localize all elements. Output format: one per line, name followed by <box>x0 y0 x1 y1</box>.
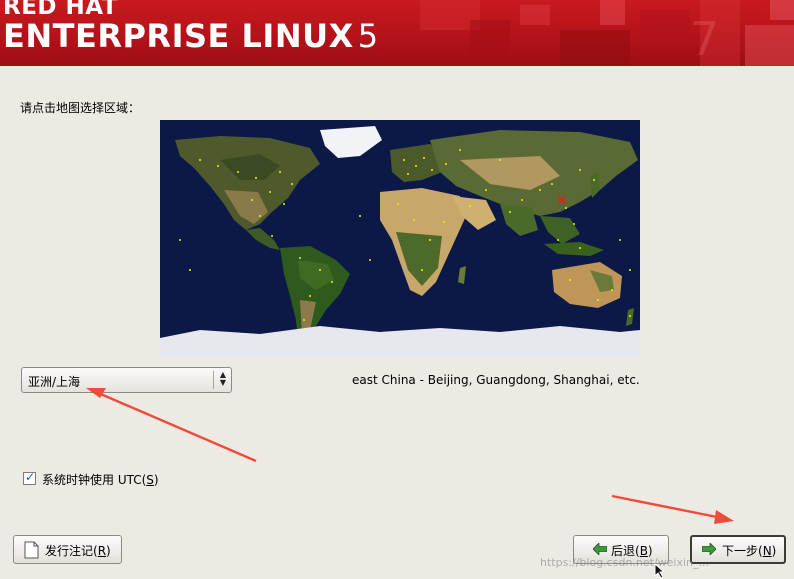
region-prompt: 请点击地图选择区域： <box>20 101 141 115</box>
release-notes-suffix: ) <box>106 544 111 558</box>
annotation-arrow-next <box>611 494 734 524</box>
brand-product-name: ENTERPRISE LINUX <box>3 17 354 55</box>
watermark: https://blog.csdn.net/weixin_... <box>540 556 710 569</box>
utc-label-suffix: ) <box>153 473 159 487</box>
utc-label-mnemonic: S <box>146 473 154 487</box>
brand-version: 5 <box>357 17 379 55</box>
next-prefix: 下一步( <box>722 544 763 558</box>
header-banner: 7 RED HAT ENTERPRISE LINUX 5 <box>0 0 794 66</box>
installer-window: 7 RED HAT ENTERPRISE LINUX5 请点击地图选择区域： <box>0 0 794 579</box>
release-notes-label: 发行注记(R) <box>45 542 111 559</box>
next-mnemonic: N <box>762 544 772 558</box>
arrow-left-icon <box>593 543 607 555</box>
up-down-arrows-icon: ▲ ▼ <box>219 370 227 387</box>
utc-checkbox-label[interactable]: 系统时钟使用 UTC(S) <box>42 471 159 488</box>
release-notes-prefix: 发行注记( <box>45 544 98 558</box>
world-map-image <box>160 120 640 358</box>
timezone-select[interactable]: 亚洲/上海 ▲ ▼ <box>21 367 232 393</box>
document-icon <box>24 541 39 559</box>
mouse-cursor-icon <box>654 563 666 579</box>
arrow-right-icon <box>702 543 716 555</box>
annotation-arrow-timezone <box>86 388 257 463</box>
utc-checkbox[interactable]: ✓ <box>23 470 36 485</box>
checkmark-icon: ✓ <box>25 470 36 484</box>
utc-label-prefix: 系统时钟使用 UTC( <box>42 473 147 487</box>
release-notes-button[interactable]: 发行注记(R) <box>13 535 122 564</box>
brand-product: ENTERPRISE LINUX 5 <box>3 17 379 55</box>
timezone-select-divider <box>213 371 214 389</box>
next-suffix: ) <box>771 544 777 558</box>
next-label: 下一步(N) <box>722 542 776 559</box>
world-map[interactable] <box>160 120 640 358</box>
svg-text:7: 7 <box>690 12 719 66</box>
timezone-select-value: 亚洲/上海 <box>28 375 81 389</box>
release-notes-mnemonic: R <box>97 544 107 558</box>
timezone-description: east China - Beijing, Guangdong, Shangha… <box>352 373 640 387</box>
